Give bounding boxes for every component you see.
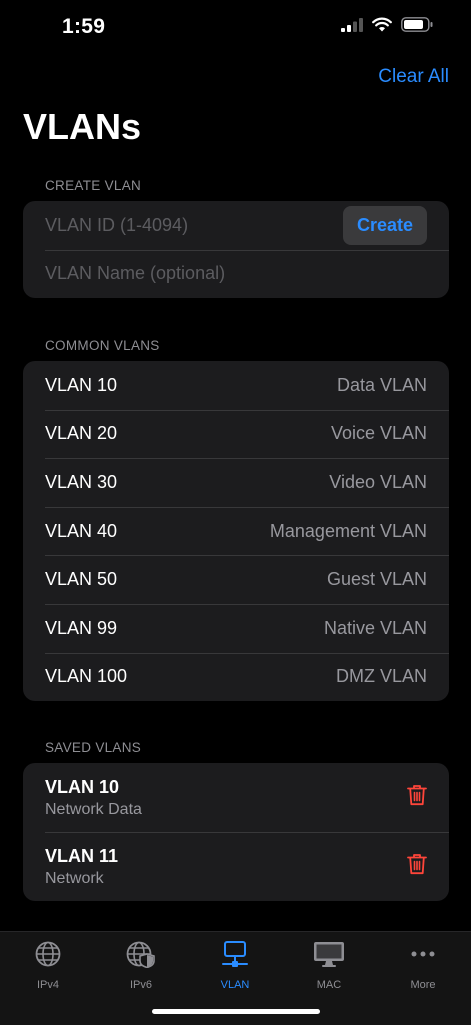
globe-icon: [34, 940, 62, 973]
tab-ipv4[interactable]: IPv4: [8, 940, 88, 991]
vlan-id-input[interactable]: VLAN ID (1-4094): [45, 215, 188, 236]
common-vlan-row[interactable]: VLAN 100 DMZ VLAN: [23, 652, 449, 701]
vlan-description: Data VLAN: [336, 374, 427, 395]
tab-label: More: [410, 979, 436, 991]
vlan-number: VLAN 50: [45, 569, 118, 590]
vlan-number: VLAN 100: [45, 666, 128, 687]
tab-label: MAC: [316, 979, 342, 991]
trash-icon[interactable]: [407, 853, 427, 880]
saved-vlan-name: Network Data: [45, 800, 142, 818]
common-vlan-row[interactable]: VLAN 40 Management VLAN: [23, 506, 449, 556]
common-vlan-row[interactable]: VLAN 20 Voice VLAN: [23, 409, 449, 459]
common-vlan-row[interactable]: VLAN 10 Data VLAN: [23, 361, 449, 410]
wifi-icon: [372, 17, 392, 37]
status-bar: 1:59: [0, 0, 471, 56]
create-button[interactable]: Create: [342, 205, 427, 245]
vlan-description: Native VLAN: [323, 617, 427, 638]
vlan-number: VLAN 99: [45, 617, 118, 638]
common-vlan-row[interactable]: VLAN 50 Guest VLAN: [23, 555, 449, 604]
saved-vlans-card: VLAN 10 Network Data VLAN 11 Network: [23, 763, 449, 901]
trash-icon[interactable]: [407, 784, 427, 811]
vlan-number: VLAN 30: [45, 471, 118, 492]
create-vlan-header: CREATE VLAN: [45, 178, 142, 193]
cellular-signal-icon: [341, 17, 363, 37]
vlan-name-row: VLAN Name (optional): [23, 249, 449, 298]
common-vlans-header: COMMON VLANS: [45, 338, 160, 353]
tab-vlan[interactable]: VLAN: [195, 940, 275, 991]
status-icons: [341, 17, 433, 37]
vlan-description: Guest VLAN: [326, 569, 427, 590]
create-vlan-card: VLAN ID (1-4094) Create VLAN Name (optio…: [23, 201, 449, 298]
tab-label: VLAN: [220, 979, 250, 991]
common-vlans-card: VLAN 10 Data VLAN VLAN 20 Voice VLAN VLA…: [23, 361, 449, 701]
page-title: VLANs: [23, 106, 142, 147]
tab-mac[interactable]: MAC: [289, 940, 369, 991]
saved-vlan-name: Network: [45, 869, 104, 887]
vlan-number: VLAN 10: [45, 374, 118, 395]
saved-vlan-number: VLAN 11: [45, 845, 119, 866]
battery-icon: [401, 17, 433, 37]
ellipsis-icon: [409, 940, 437, 973]
saved-vlans-header: SAVED VLANS: [45, 740, 142, 755]
vlan-number: VLAN 40: [45, 520, 118, 541]
clear-all-button[interactable]: Clear All: [378, 66, 449, 88]
saved-vlan-text: VLAN 10 Network Data: [45, 777, 142, 819]
network-monitor-icon: [221, 940, 249, 973]
tab-more[interactable]: More: [383, 940, 463, 991]
saved-vlan-text: VLAN 11 Network: [45, 846, 118, 888]
home-indicator[interactable]: [152, 1009, 320, 1014]
vlan-number: VLAN 20: [45, 423, 118, 444]
tab-ipv6[interactable]: IPv6: [101, 940, 181, 991]
tab-label: IPv4: [36, 979, 59, 991]
vlan-description: Management VLAN: [269, 520, 427, 541]
vlan-name-input[interactable]: VLAN Name (optional): [45, 263, 225, 284]
saved-vlan-row[interactable]: VLAN 11 Network: [23, 832, 449, 901]
vlan-id-row: VLAN ID (1-4094) Create: [23, 201, 449, 250]
desktop-icon: [313, 940, 345, 973]
status-time: 1:59: [62, 15, 106, 38]
vlan-description: Video VLAN: [329, 471, 427, 492]
saved-vlan-row[interactable]: VLAN 10 Network Data: [23, 763, 449, 832]
tab-label: IPv6: [129, 979, 152, 991]
vlan-description: Voice VLAN: [330, 423, 427, 444]
saved-vlan-number: VLAN 10: [45, 776, 120, 797]
common-vlan-row[interactable]: VLAN 30 Video VLAN: [23, 458, 449, 507]
common-vlan-row[interactable]: VLAN 99 Native VLAN: [23, 603, 449, 653]
globe-shield-icon: [126, 940, 156, 973]
vlan-description: DMZ VLAN: [335, 666, 427, 687]
